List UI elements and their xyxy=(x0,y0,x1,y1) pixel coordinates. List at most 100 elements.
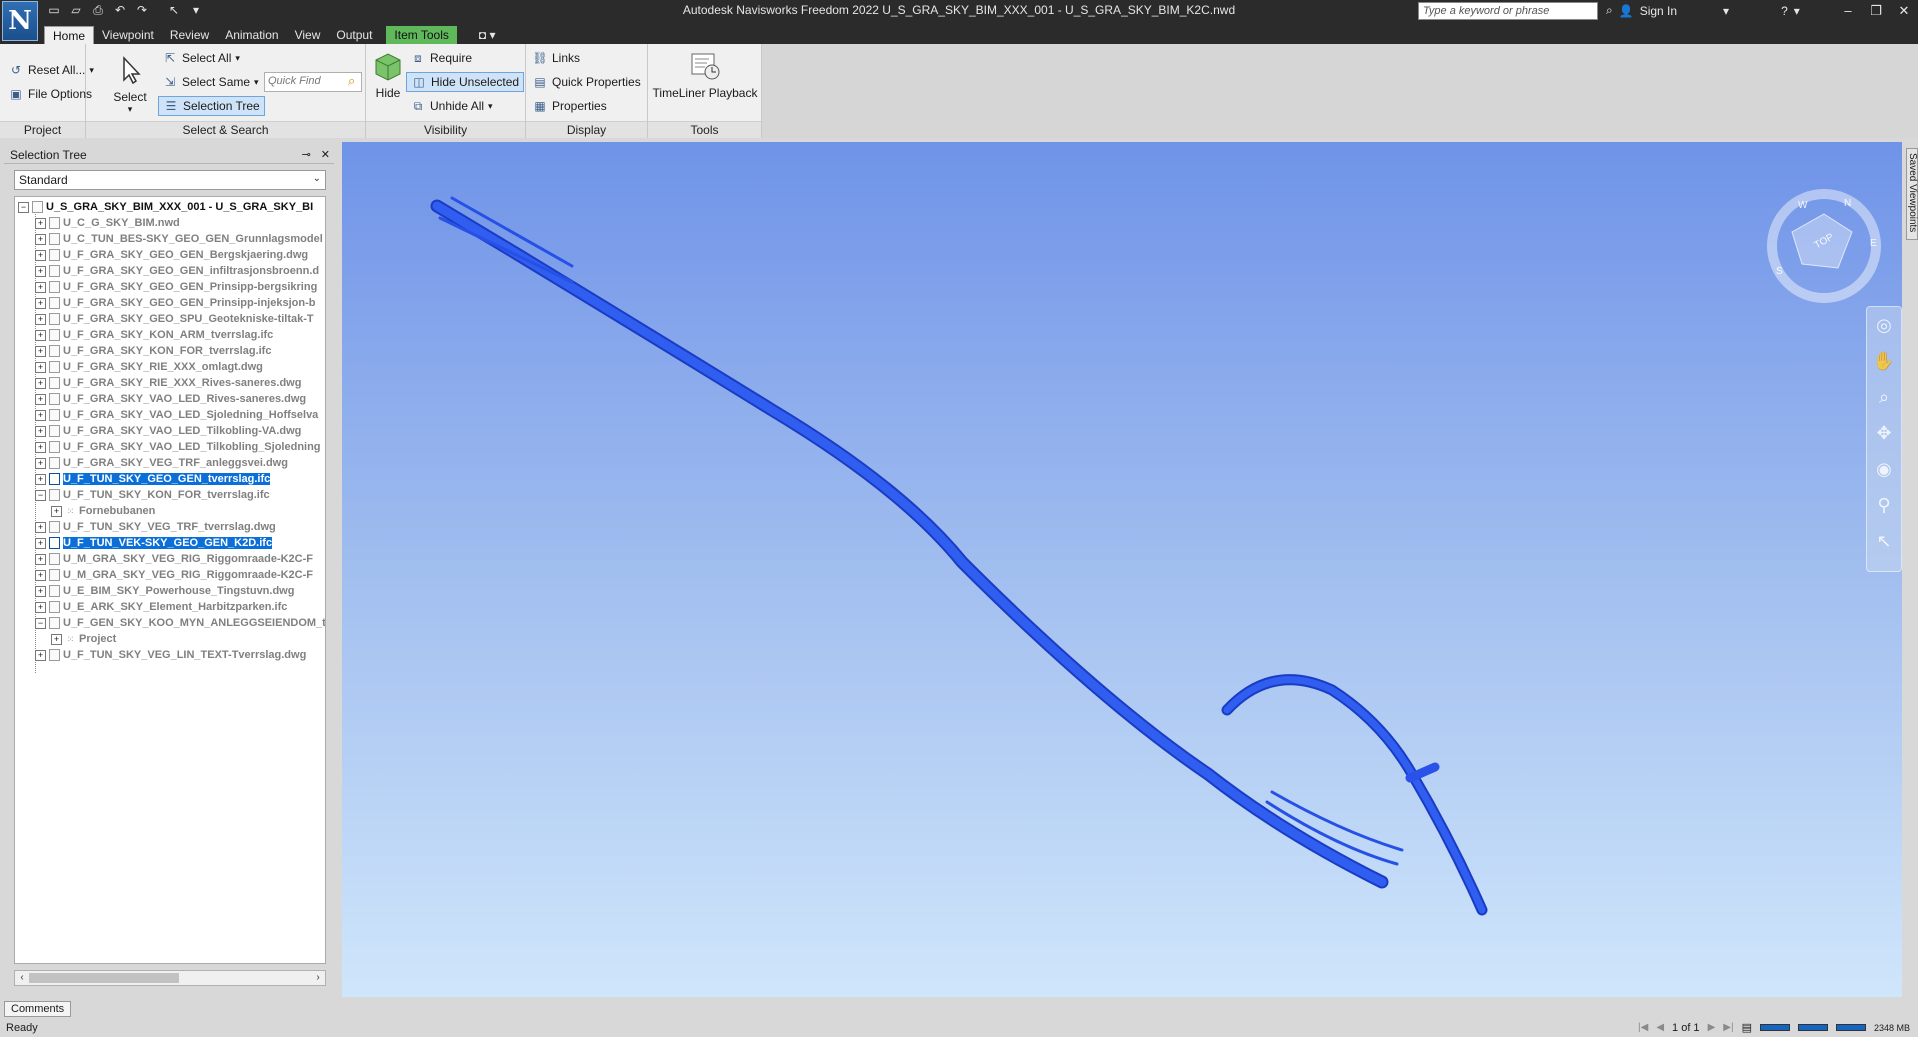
expand-toggle[interactable]: + xyxy=(35,649,46,661)
select-all-button[interactable]: ⇱ Select All ▾ xyxy=(162,50,240,66)
require-button[interactable]: ⧈ Require xyxy=(410,50,472,66)
sign-in-dropdown-icon[interactable]: ▾ xyxy=(1723,4,1729,18)
expand-toggle[interactable]: + xyxy=(35,217,46,229)
tree-item[interactable]: + U_F_GRA_SKY_GEO_GEN_Bergskjaering.dwg xyxy=(35,247,308,263)
zoom-icon[interactable]: ⌕ xyxy=(1867,379,1901,415)
help-icon[interactable]: ? xyxy=(1781,4,1788,18)
expand-toggle[interactable]: + xyxy=(35,521,46,533)
selection-tree-button[interactable]: ☰ Selection Tree xyxy=(158,96,265,116)
expand-toggle[interactable]: + xyxy=(35,473,46,485)
tree-item[interactable]: + ⁙ Project xyxy=(51,631,116,647)
first-sheet-icon[interactable]: |◀ xyxy=(1638,1022,1648,1033)
tree-item[interactable]: + U_F_GRA_SKY_VEG_TRF_anleggsvei.dwg xyxy=(35,455,288,471)
expand-toggle[interactable]: + xyxy=(35,249,46,261)
compass-south[interactable]: S xyxy=(1776,266,1783,277)
expand-toggle[interactable]: + xyxy=(35,377,46,389)
binoculars-icon[interactable]: ⌕ xyxy=(1606,3,1613,18)
expand-toggle[interactable]: + xyxy=(35,313,46,325)
tree-item[interactable]: + U_E_BIM_SKY_Powerhouse_Tingstuvn.dwg xyxy=(35,583,294,599)
tree-item[interactable]: + ⁙ Fornebubanen xyxy=(51,503,155,519)
help-dropdown-icon[interactable]: ▾ xyxy=(1794,4,1800,18)
select-button[interactable]: Select ▾ xyxy=(110,54,150,115)
tab-viewpoint[interactable]: Viewpoint xyxy=(94,26,162,44)
viewcube[interactable]: TOP N E S W xyxy=(1762,184,1886,308)
tree-item[interactable]: + U_F_TUN_SKY_GEO_GEN_tverrslag.ifc xyxy=(35,471,271,487)
quick-properties-button[interactable]: ▤ Quick Properties xyxy=(532,74,640,90)
hide-button[interactable]: Hide xyxy=(370,50,406,100)
tree-item[interactable]: + U_F_GRA_SKY_VAO_LED_Sjoledning_Hoffselv… xyxy=(35,407,318,423)
3d-viewport[interactable]: TOP N E S W ◎ ✋ ⌕ ✥ ◉ ⚲ ↖ xyxy=(342,142,1902,997)
unhide-all-button[interactable]: ⧉ Unhide All ▾ xyxy=(410,98,493,114)
tree-item[interactable]: + U_F_GRA_SKY_KON_ARM_tverrslag.ifc xyxy=(35,327,273,343)
tree-item[interactable]: + U_F_GRA_SKY_VAO_LED_Rives-saneres.dwg xyxy=(35,391,306,407)
last-sheet-icon[interactable]: ▶| xyxy=(1723,1022,1733,1033)
collapse-toggle[interactable]: − xyxy=(35,489,46,501)
next-sheet-icon[interactable]: ▶ xyxy=(1708,1022,1716,1033)
tab-review[interactable]: Review xyxy=(162,26,217,44)
links-button[interactable]: ⛓ Links xyxy=(532,50,580,66)
orbit-icon[interactable]: ✥ xyxy=(1867,415,1901,451)
tree-item[interactable]: + U_M_GRA_SKY_VEG_RIG_Riggomraade-K2C-F xyxy=(35,567,313,583)
expand-toggle[interactable]: + xyxy=(35,233,46,245)
tree-item[interactable]: + U_F_TUN_SKY_VEG_TRF_tverrslag.dwg xyxy=(35,519,276,535)
selection-tree-list[interactable]: − U_S_GRA_SKY_BIM_XXX_001 - U_S_GRA_SKY_… xyxy=(14,196,326,964)
expand-toggle[interactable]: + xyxy=(51,633,62,645)
tree-item[interactable]: + U_F_GRA_SKY_RIE_XXX_Rives-saneres.dwg xyxy=(35,375,301,391)
tree-item[interactable]: − U_F_TUN_SKY_KON_FOR_tverrslag.ifc xyxy=(35,487,270,503)
tab-home[interactable]: Home xyxy=(44,26,95,44)
expand-toggle[interactable]: + xyxy=(35,345,46,357)
pan-hand-icon[interactable]: ✋ xyxy=(1867,343,1901,379)
compass-east[interactable]: E xyxy=(1870,238,1877,249)
close-panel-icon[interactable]: ✕ xyxy=(321,148,330,161)
tab-view[interactable]: View xyxy=(287,26,329,44)
tree-item[interactable]: + U_F_TUN_VEK-SKY_GEO_GEN_K2D.ifc xyxy=(35,535,273,551)
tree-view-dropdown[interactable]: Standard ⌄ xyxy=(14,170,326,190)
expand-toggle[interactable]: + xyxy=(35,601,46,613)
hide-unselected-button[interactable]: ◫ Hide Unselected xyxy=(406,72,525,92)
compass-west[interactable]: W xyxy=(1798,200,1807,211)
comments-tab[interactable]: Comments xyxy=(4,1001,72,1017)
expand-toggle[interactable]: + xyxy=(35,569,46,581)
help-search-input[interactable]: Type a keyword or phrase xyxy=(1418,2,1598,20)
expand-toggle[interactable]: + xyxy=(35,441,46,453)
tab-animation[interactable]: Animation xyxy=(217,26,286,44)
reset-all-button[interactable]: ↺ Reset All... ▾ xyxy=(8,62,94,78)
tree-item[interactable]: + U_F_GRA_SKY_RIE_XXX_omlagt.dwg xyxy=(35,359,263,375)
close-icon[interactable]: ✕ xyxy=(1890,0,1918,22)
tree-item[interactable]: + U_F_GRA_SKY_GEO_GEN_Prinsipp-injeksjon-… xyxy=(35,295,315,311)
tree-root-item[interactable]: − U_S_GRA_SKY_BIM_XXX_001 - U_S_GRA_SKY_… xyxy=(18,199,313,215)
expand-toggle[interactable]: + xyxy=(35,329,46,341)
tree-item[interactable]: − U_F_GEN_SKY_KOO_MYN_ANLEGGSEIENDOM_t xyxy=(35,615,325,631)
expand-toggle[interactable]: + xyxy=(35,361,46,373)
tree-item[interactable]: + U_F_TUN_SKY_VEG_LIN_TEXT-Tverrslag.dwg xyxy=(35,647,306,663)
timeliner-playback-button[interactable]: TimeLiner Playback xyxy=(650,50,760,100)
tree-item[interactable]: + U_E_ARK_SKY_Element_Harbitzparken.ifc xyxy=(35,599,287,615)
expand-toggle[interactable]: + xyxy=(35,409,46,421)
sign-in-link[interactable]: Sign In xyxy=(1640,4,1677,18)
expand-toggle[interactable]: + xyxy=(35,537,46,549)
expand-toggle[interactable]: + xyxy=(35,281,46,293)
compass-north[interactable]: N xyxy=(1844,198,1851,209)
expand-toggle[interactable]: + xyxy=(35,297,46,309)
tree-item[interactable]: + U_C_TUN_BES-SKY_GEO_GEN_Grunnlagsmodel xyxy=(35,231,323,247)
tree-item[interactable]: + U_F_GRA_SKY_GEO_SPU_Geotekniske-tiltak-… xyxy=(35,311,314,327)
restore-icon[interactable]: ❐ xyxy=(1862,0,1890,22)
find-icon[interactable]: ⌕ xyxy=(348,73,355,89)
scroll-right-icon[interactable]: › xyxy=(311,971,325,985)
tree-item[interactable]: + U_F_GRA_SKY_VAO_LED_Tilkobling_Sjoledni… xyxy=(35,439,321,455)
properties-button[interactable]: ▦ Properties xyxy=(532,98,606,114)
expand-toggle[interactable]: + xyxy=(35,393,46,405)
expand-toggle[interactable]: + xyxy=(35,265,46,277)
steering-wheel-icon[interactable]: ◎ xyxy=(1867,307,1901,343)
ribbon-options-dropdown[interactable]: ◘ ▾ xyxy=(471,26,504,44)
minimize-icon[interactable]: – xyxy=(1834,0,1862,22)
saved-viewpoints-tab[interactable]: Saved Viewpoints xyxy=(1906,148,1918,240)
expand-toggle[interactable]: + xyxy=(51,505,62,517)
expand-toggle[interactable]: + xyxy=(35,553,46,565)
look-icon[interactable]: ◉ xyxy=(1867,451,1901,487)
collapse-toggle[interactable]: − xyxy=(35,617,46,629)
file-options-button[interactable]: ▣ File Options xyxy=(8,86,92,102)
scroll-left-icon[interactable]: ‹ xyxy=(15,971,29,985)
tree-item[interactable]: + U_F_GRA_SKY_GEO_GEN_Prinsipp-bergsikrin… xyxy=(35,279,317,295)
scrollbar-thumb[interactable] xyxy=(29,973,179,983)
